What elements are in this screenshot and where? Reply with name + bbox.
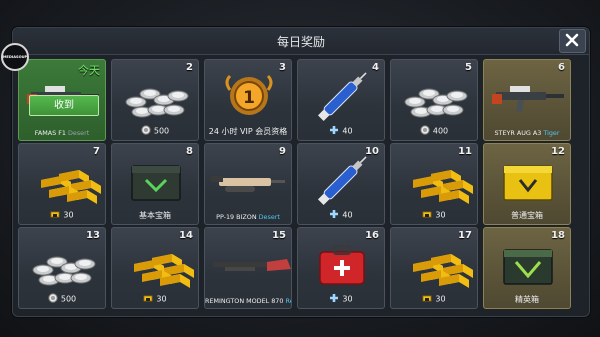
reward-name: 普通宝箱 — [511, 211, 543, 220]
reward-name: 24 小时 VIP 会员资格 — [208, 127, 288, 136]
reward-label: 精英箱 — [484, 294, 570, 305]
reward-day-17[interactable]: 17 30 — [390, 227, 478, 309]
skin-tag: Tiger — [541, 129, 560, 137]
reward-day-1[interactable]: 今天 收到 FAMAS F1 Desert — [18, 59, 106, 141]
skin-tag: Redline — [285, 297, 291, 305]
reward-day-16[interactable]: 16 30 — [297, 227, 385, 309]
reward-day-13[interactable]: 13 500 — [18, 227, 106, 309]
shotgun-icon — [205, 240, 291, 290]
reward-amount: 500 — [153, 126, 170, 136]
reward-amount: 30 — [342, 294, 353, 304]
dialog-title: 每日奖励 — [276, 35, 325, 49]
reward-amount: 400 — [432, 126, 449, 136]
reward-amount: 30 — [435, 294, 446, 304]
silver-coin-icon — [420, 125, 430, 137]
reward-amount: 30 — [156, 294, 167, 304]
reward-label: 30 — [298, 293, 384, 305]
reward-amount: 30 — [435, 210, 446, 220]
skin-tag: Desert — [256, 213, 280, 221]
reward-day-18[interactable]: 18 精英箱 — [483, 227, 571, 309]
reward-day-10[interactable]: 10 40 — [297, 143, 385, 225]
gold-bars-icon — [391, 240, 477, 290]
reward-label: STEYR AUG A3 Tiger — [484, 129, 570, 137]
reward-label: 500 — [112, 125, 198, 137]
reward-day-4[interactable]: 4 40 — [297, 59, 385, 141]
crate-gold-icon — [484, 156, 570, 206]
reward-amount: 40 — [342, 126, 353, 136]
reward-name: PP-19 BIZON — [216, 213, 257, 221]
gold-icon — [422, 293, 432, 305]
reward-label: 30 — [112, 293, 198, 305]
reward-label: 40 — [298, 209, 384, 221]
reward-name: REMINGTON MODEL 870 — [205, 297, 284, 305]
reward-day-6[interactable]: 6 STEYR AUG A3 Tiger — [483, 59, 571, 141]
reward-label: 30 — [391, 293, 477, 305]
rifle-icon — [484, 72, 570, 122]
syringe-icon — [298, 72, 384, 122]
gold-icon — [422, 209, 432, 221]
gold-bars-icon — [112, 240, 198, 290]
reward-day-7[interactable]: 7 30 — [18, 143, 106, 225]
reward-day-9[interactable]: 9 PP-19 BIZON Desert — [204, 143, 292, 225]
reward-day-14[interactable]: 14 30 — [111, 227, 199, 309]
reward-label: 基本宝箱 — [112, 210, 198, 221]
reward-amount: 40 — [342, 210, 353, 220]
reward-label: 24 小时 VIP 会员资格 — [205, 126, 291, 137]
reward-day-8[interactable]: 8 基本宝箱 — [111, 143, 199, 225]
silver-coins-icon — [391, 72, 477, 122]
reward-label: 400 — [391, 125, 477, 137]
collect-button[interactable]: 收到 — [29, 95, 99, 116]
reward-label: 30 — [391, 209, 477, 221]
close-icon — [565, 33, 579, 47]
reward-name: 基本宝箱 — [139, 211, 171, 220]
gold-icon — [143, 293, 153, 305]
reward-day-3[interactable]: 3 1 24 小时 VIP 会员资格 — [204, 59, 292, 141]
gold-bars-icon — [19, 156, 105, 206]
vip-badge-icon: 1 — [205, 72, 291, 122]
silver-coins-icon — [112, 72, 198, 122]
close-button[interactable] — [559, 29, 586, 53]
plus-icon — [329, 209, 339, 221]
reward-day-12[interactable]: 12 普通宝箱 — [483, 143, 571, 225]
medkit-icon — [298, 240, 384, 290]
daily-rewards-dialog: 每日奖励 今天 收到 FAMAS F1 Desert 2 500 3 1 24 小时 … — [12, 27, 590, 317]
reward-name: STEYR AUG A3 — [494, 129, 542, 137]
reward-day-2[interactable]: 2 500 — [111, 59, 199, 141]
plus-icon — [329, 293, 339, 305]
reward-label: PP-19 BIZON Desert — [205, 213, 291, 221]
reward-name: FAMAS F1 — [34, 129, 66, 137]
reward-name: 精英箱 — [515, 295, 539, 304]
silver-coins-icon — [19, 240, 105, 290]
syringe-icon — [298, 156, 384, 206]
reward-label: 30 — [19, 209, 105, 221]
reward-day-5[interactable]: 5 400 — [390, 59, 478, 141]
gold-bars-icon — [391, 156, 477, 206]
gold-icon — [50, 209, 60, 221]
reward-label: REMINGTON MODEL 870 Redline — [205, 297, 291, 305]
reward-label: 40 — [298, 125, 384, 137]
dialog-titlebar: 每日奖励 — [13, 28, 589, 55]
reward-amount: 500 — [60, 294, 77, 304]
corner-logo: MEDIASOUP — [1, 43, 29, 71]
silver-coin-icon — [141, 125, 151, 137]
skin-tag: Desert — [65, 129, 90, 137]
plus-icon — [329, 125, 339, 137]
reward-amount: 30 — [63, 210, 74, 220]
reward-label: FAMAS F1 Desert — [19, 129, 105, 137]
smg-icon — [205, 156, 291, 206]
crate-green-icon — [484, 240, 570, 290]
silver-coin-icon — [48, 293, 58, 305]
reward-day-11[interactable]: 11 30 — [390, 143, 478, 225]
crate-icon — [112, 156, 198, 206]
reward-day-15[interactable]: 15 REMINGTON MODEL 870 Redline — [204, 227, 292, 309]
reward-label: 普通宝箱 — [484, 210, 570, 221]
svg-text:1: 1 — [243, 88, 255, 108]
reward-label: 500 — [19, 293, 105, 305]
